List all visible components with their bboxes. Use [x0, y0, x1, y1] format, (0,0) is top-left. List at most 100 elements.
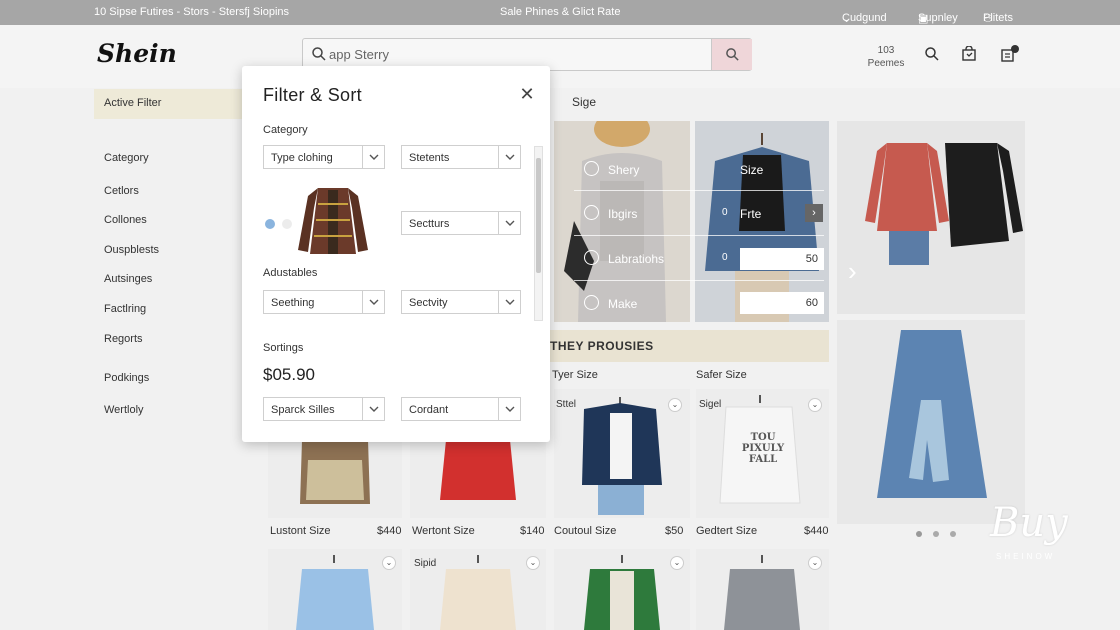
watermark-logo: Buy [990, 500, 1068, 546]
top-bar-center-text[interactable]: Sale Phines & Glict Rate [500, 6, 620, 18]
product-tag: Sigel [699, 399, 722, 410]
product-price: $440 [804, 525, 829, 537]
product-name[interactable]: Wertont Size [412, 525, 475, 537]
sidebar-item-regorts[interactable]: Regorts [104, 333, 143, 345]
active-filter[interactable]: Active Filter [94, 89, 244, 119]
product-image-hero-left[interactable] [554, 121, 690, 322]
search-icon [312, 47, 326, 61]
overlay-divider [574, 235, 824, 236]
product-tag: Sipid [414, 558, 437, 569]
header: Shein app Sterry 103 Peemes [0, 25, 1120, 88]
product-price: $140 [520, 525, 545, 537]
chevron-down-icon [498, 212, 520, 234]
type-clothing-dropdown[interactable]: Type clohing [263, 145, 385, 169]
carousel-dot[interactable] [933, 531, 939, 537]
carousel-dot[interactable] [950, 531, 956, 537]
watermark-subtext: SHEINOW [996, 552, 1056, 561]
filter-option-make[interactable]: Make [608, 297, 637, 311]
sidebar-item-cetlors[interactable]: Cetlors [104, 185, 139, 197]
modal-title: Filter & Sort [263, 85, 362, 105]
product-image-denim-skirt[interactable] [837, 320, 1025, 524]
chevron-down-icon[interactable]: ⌄ [382, 556, 396, 570]
filter-option-frte[interactable]: Frte [740, 207, 761, 221]
size-filter-title: Size [740, 163, 764, 177]
filter-option-ibgirs[interactable]: Ibgirs [608, 207, 637, 221]
product-image-tops[interactable] [837, 121, 1025, 314]
cart-icon[interactable] [999, 44, 1021, 64]
color-swatch-blue[interactable] [265, 219, 275, 229]
price-value: $05.90 [263, 365, 315, 384]
carousel-dot[interactable] [916, 531, 922, 537]
chevron-down-icon [498, 291, 520, 313]
seething-dropdown[interactable]: Seething [263, 290, 385, 314]
red-blouse-image [410, 440, 546, 518]
sectivity-dropdown[interactable]: Sectvity [401, 290, 521, 314]
shirt-print-text: TOU PIXULY FALL [741, 432, 785, 465]
statents-dropdown[interactable]: Stetents [401, 145, 521, 169]
size-input-60[interactable]: 60 [740, 292, 824, 314]
filter-radio[interactable] [584, 295, 599, 310]
filter-number: 0 [722, 252, 728, 263]
model-dress-image [554, 121, 690, 322]
product-price: $440 [377, 525, 402, 537]
cardigan-image [268, 440, 402, 518]
search-icon [726, 48, 739, 61]
bag-icon[interactable] [961, 46, 977, 62]
chevron-down-icon [362, 146, 384, 168]
search-icon[interactable] [924, 46, 940, 62]
product-card-2[interactable] [410, 440, 546, 518]
search-input[interactable]: app Sterry [329, 47, 389, 62]
sidebar-item-podkings[interactable]: Podkings [104, 372, 149, 384]
filter-sort-modal: Filter & Sort ✕ Category Type clohing St… [242, 66, 550, 442]
filter-radio[interactable] [584, 161, 599, 176]
chevron-down-icon[interactable]: ⌄ [668, 398, 682, 412]
product-name[interactable]: Gedtert Size [696, 525, 757, 537]
chevron-down-icon [498, 146, 520, 168]
tops-image [837, 121, 1025, 314]
top-bar-left-text: 10 Sipse Futires - Stors - Stersfj Siopi… [94, 6, 290, 18]
cardigan-thumbnail[interactable] [294, 184, 372, 262]
logo[interactable]: Shein [97, 39, 177, 68]
product-name[interactable]: Coutoul Size [554, 525, 616, 537]
chevron-right-icon[interactable]: › [848, 256, 857, 287]
filter-radio[interactable] [584, 205, 599, 220]
subheading-right: Safer Size [696, 369, 747, 381]
promo-banner: THEY PROUSIES [538, 330, 829, 362]
chevron-down-icon [498, 398, 520, 420]
adjustables-label: Adustables [263, 267, 318, 279]
close-icon[interactable]: ✕ [519, 85, 535, 103]
sidebar-item-collones[interactable]: Collones [104, 214, 147, 226]
filter-number: 0 [722, 207, 728, 218]
chevron-down-icon[interactable]: ⌄ [808, 556, 822, 570]
sidebar-item-ouspblests[interactable]: Ouspblests [104, 244, 159, 256]
sortings-label: Sortings [263, 342, 304, 354]
sidebar-item-factlring[interactable]: Factlring [104, 303, 146, 315]
chevron-right-icon[interactable]: › [805, 204, 823, 222]
product-tag: Sttel [556, 399, 577, 410]
top-bar: 10 Sipse Futires - Stors - Stersfj Siopi… [0, 0, 1120, 25]
filter-option-shery[interactable]: Shery [608, 163, 639, 177]
overlay-divider [574, 280, 824, 281]
chevron-down-icon[interactable]: ⌄ [808, 398, 822, 412]
chevron-down-icon[interactable]: ⌄ [670, 556, 684, 570]
sectturs-dropdown[interactable]: Sectturs [401, 211, 521, 235]
results-count: 103 Peemes [867, 45, 905, 69]
product-card-1[interactable] [268, 440, 402, 518]
sidebar-item-category[interactable]: Category [104, 152, 149, 164]
filter-option-labratiohs[interactable]: Labratiohs [608, 252, 664, 266]
category-label: Category [263, 124, 308, 136]
filter-radio[interactable] [584, 250, 599, 265]
sparck-silles-dropdown[interactable]: Sparck Silles [263, 397, 385, 421]
size-heading: Sige [572, 95, 597, 109]
sidebar-item-wertloly[interactable]: Wertloly [104, 404, 144, 416]
chevron-down-icon[interactable]: ⌄ [526, 556, 540, 570]
sidebar-item-autsinges[interactable]: Autsinges [104, 273, 152, 285]
chevron-down-icon: ⌄ [842, 13, 852, 25]
size-input-50[interactable]: 50 [740, 248, 824, 270]
search-button[interactable] [711, 39, 752, 70]
color-swatch-grey[interactable] [282, 219, 292, 229]
product-name[interactable]: Lustont Size [270, 525, 331, 537]
cordant-dropdown[interactable]: Cordant [401, 397, 521, 421]
subheading-left: Tyer Size [552, 369, 598, 381]
modal-scrollbar-thumb[interactable] [536, 158, 541, 273]
